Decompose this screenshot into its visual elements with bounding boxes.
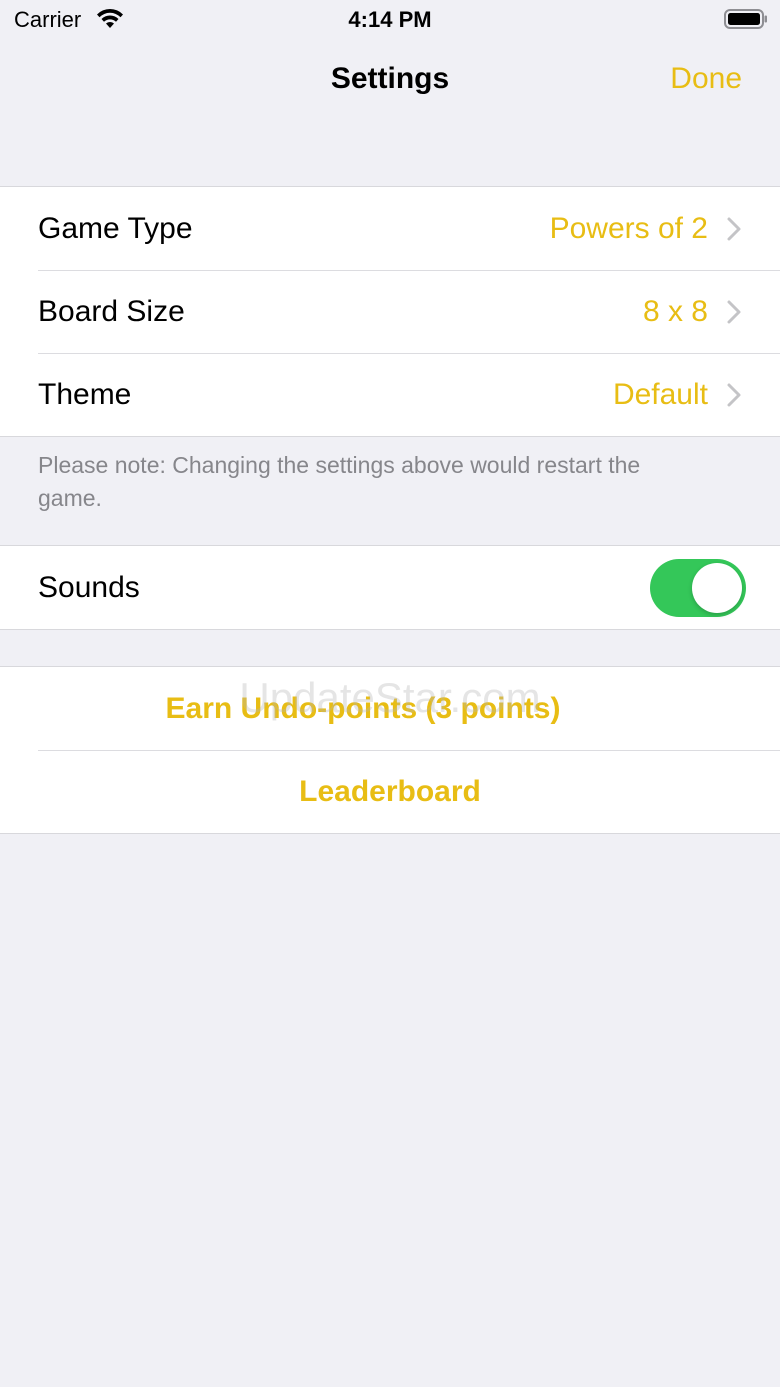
leaderboard-label: Leaderboard [299,774,481,808]
sounds-group: Sounds [0,545,780,630]
board-size-value: 8 x 8 [642,294,708,328]
theme-label: Theme [38,377,132,411]
game-type-row[interactable]: Game Type Powers of 2 [0,187,780,270]
theme-row[interactable]: Theme Default [0,353,780,436]
sounds-toggle[interactable] [650,558,746,617]
sounds-row: Sounds [0,546,780,629]
leaderboard-button[interactable]: Leaderboard [0,750,780,833]
game-type-value: Powers of 2 [549,211,708,245]
board-size-row[interactable]: Board Size 8 x 8 [0,270,780,353]
actions-group: Earn Undo-points (3 points) Leaderboard [0,666,780,834]
toggle-knob [692,562,742,613]
game-type-label: Game Type [38,211,193,245]
done-button[interactable]: Done [670,62,742,96]
settings-footnote: Please note: Changing the settings above… [38,452,641,511]
theme-value: Default [612,377,708,411]
board-size-label: Board Size [38,294,185,328]
sounds-label: Sounds [38,570,140,604]
status-bar: Carrier 4:14 PM [0,0,780,40]
status-time: 4:14 PM [348,7,432,32]
chevron-right-icon [727,383,741,406]
earn-undo-points-button[interactable]: Earn Undo-points (3 points) [0,667,780,750]
chevron-right-icon [727,217,741,240]
chevron-right-icon [727,300,741,323]
navigation-bar: Settings Done [0,40,780,120]
page-title: Settings [330,62,450,95]
game-settings-group: Game Type Powers of 2 Board Size 8 x 8 T… [0,186,780,437]
battery-icon [724,9,767,29]
earn-undo-points-label: Earn Undo-points (3 points) [165,691,561,725]
